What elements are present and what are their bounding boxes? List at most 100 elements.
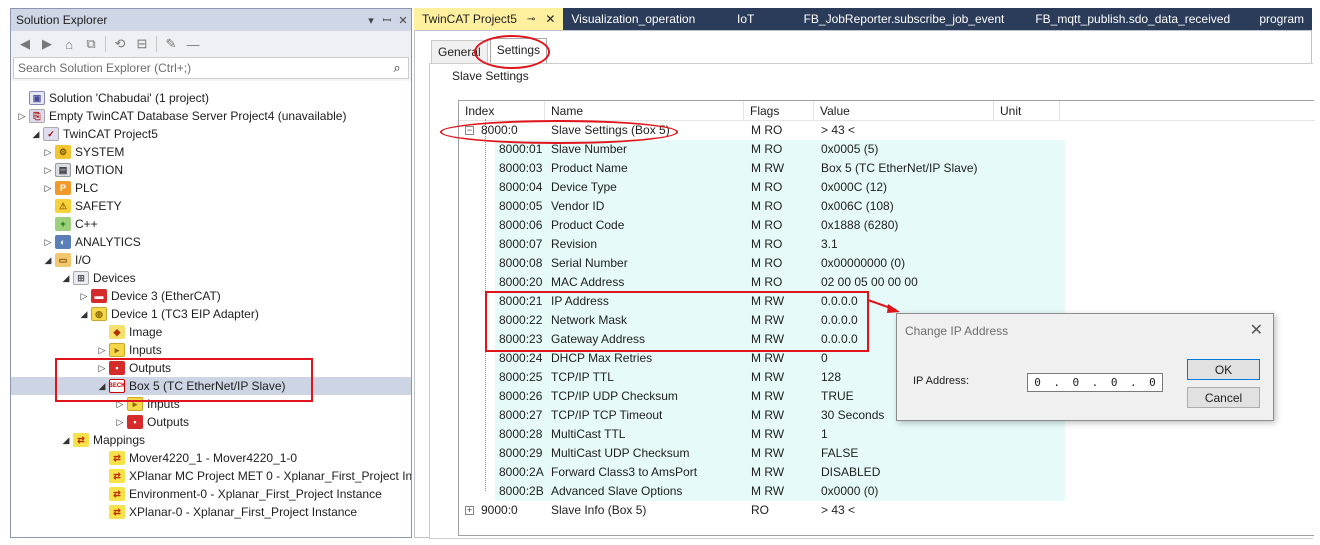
ip-octet-1[interactable]: 0 bbox=[1034, 376, 1041, 389]
expander-icon[interactable]: ◢ bbox=[59, 273, 73, 284]
tab-program[interactable]: program bbox=[1251, 8, 1312, 30]
grid-row[interactable]: 8000:2A Forward Class3 to AmsPort M RW DISA… bbox=[459, 463, 1079, 482]
tab-fb-mqtt-publish[interactable]: FB_mqtt_publish.sdo_data_received bbox=[1027, 8, 1251, 30]
grid-row[interactable]: 8000:08 Serial Number M RO 0x00000000 (0) bbox=[459, 254, 1079, 273]
history-icon[interactable]: ⟲ bbox=[112, 36, 128, 52]
expander-icon[interactable]: ▷ bbox=[15, 111, 29, 122]
tree-item[interactable]: ⇄ Environment-0 - Xplanar_First_Project I… bbox=[95, 485, 382, 503]
expander-icon[interactable]: ▷ bbox=[41, 237, 55, 248]
grid-row[interactable]: 8000:29 MultiCast UDP Checksum M RW FALSE bbox=[459, 444, 1079, 463]
grid-row[interactable]: 8000:20 MAC Address M RO 02 00 05 00 00 00 bbox=[459, 273, 1079, 292]
expander-icon[interactable]: ▷ bbox=[77, 291, 91, 302]
grid-row[interactable]: 8000:03 Product Name M RW Box 5 (TC EtherNe… bbox=[459, 159, 1079, 178]
pin-icon[interactable]: ꟷ bbox=[379, 13, 395, 28]
tree-item[interactable]: ▣ Solution 'Chabudai' (1 project) bbox=[15, 89, 209, 107]
dropdown-icon[interactable]: ▾ bbox=[363, 14, 379, 27]
mappings-icon: ⇄ bbox=[73, 433, 89, 447]
analytics-icon: ◐ bbox=[55, 235, 71, 249]
tree-item[interactable]: ▷ P PLC bbox=[41, 179, 98, 197]
column-header-name[interactable]: Name bbox=[545, 101, 744, 120]
home-icon[interactable]: ⌂ bbox=[61, 37, 77, 52]
close-icon[interactable]: ✕ bbox=[395, 14, 411, 27]
tab-visualization-operation[interactable]: Visualization_operation bbox=[563, 8, 729, 30]
tab-twincat-project5[interactable]: TwinCAT Project5 ⊸ ✕ bbox=[414, 8, 564, 30]
tree-item[interactable]: ⇄ XPlanar MC Project MET 0 - Xplanar_Firs… bbox=[95, 467, 411, 485]
close-icon[interactable]: ✕ bbox=[1250, 320, 1263, 340]
tree-item[interactable]: + C++ bbox=[41, 215, 98, 233]
search-input[interactable]: Search Solution Explorer (Ctrl+;) bbox=[18, 61, 386, 75]
grid-row[interactable]: 8000:2B Advanced Slave Options M RW 0x0000 … bbox=[459, 482, 1079, 501]
properties-icon[interactable]: ✎ bbox=[163, 36, 179, 52]
tree-item[interactable]: ◢ ✓ TwinCAT Project5 bbox=[29, 125, 158, 143]
ip-address-field[interactable]: 0. 0. 0. 0 bbox=[1027, 373, 1163, 392]
cell-value: 0 bbox=[821, 351, 828, 365]
tree-item[interactable]: ⇄ XPlanar-0 - Xplanar_First_Project Insta… bbox=[95, 503, 357, 521]
cancel-button[interactable]: Cancel bbox=[1187, 387, 1260, 408]
ip-octet-4[interactable]: 0 bbox=[1149, 376, 1156, 389]
tree-item-label: MOTION bbox=[75, 163, 123, 177]
expand-icon[interactable]: + bbox=[465, 506, 474, 515]
tree-item[interactable]: ▷ ▤ MOTION bbox=[41, 161, 123, 179]
tree-item-label: Inputs bbox=[129, 343, 162, 357]
solution-tree: ▣ Solution 'Chabudai' (1 project) ▷ ⎘ Empty … bbox=[11, 81, 411, 537]
solution-explorer-search[interactable]: Search Solution Explorer (Ctrl+;) ⌕ bbox=[13, 57, 409, 79]
expander-icon[interactable]: ◢ bbox=[41, 255, 55, 266]
expander-icon[interactable]: ◢ bbox=[77, 309, 91, 320]
tree-item[interactable]: ◢ ▭ I/O bbox=[41, 251, 91, 269]
expander-icon[interactable]: ▷ bbox=[41, 165, 55, 176]
column-header-unit[interactable]: Unit bbox=[994, 101, 1060, 120]
expander-icon[interactable]: ▷ bbox=[113, 417, 127, 428]
cell-index: 8000:2A bbox=[499, 465, 544, 479]
change-ip-dialog: Change IP Address ✕ IP Address: 0. 0. 0.… bbox=[896, 313, 1274, 421]
grid-row[interactable]: 8000:06 Product Code M RO 0x1888 (6280) bbox=[459, 216, 1079, 235]
preview-icon[interactable]: — bbox=[185, 37, 201, 52]
tree-item[interactable]: ◆ Image bbox=[95, 323, 162, 341]
grid-row[interactable]: 8000:04 Device Type M RO 0x000C (12) bbox=[459, 178, 1079, 197]
cell-flags: RO bbox=[751, 503, 769, 517]
tree-item[interactable]: ◢ ⇄ Mappings bbox=[59, 431, 145, 449]
collapse-all-icon[interactable]: ⊟ bbox=[134, 36, 150, 52]
cell-index: 8000:05 bbox=[499, 199, 543, 213]
tree-item[interactable]: ⇄ Mover4220_1 - Mover4220_1-0 bbox=[95, 449, 297, 467]
grid-row[interactable]: +9000:0 Slave Info (Box 5) RO > 43 < bbox=[459, 501, 1079, 520]
column-header-index[interactable]: Index bbox=[459, 101, 545, 120]
tree-item[interactable]: ▷ ◐ ANALYTICS bbox=[41, 233, 141, 251]
expander-icon[interactable]: ◢ bbox=[29, 129, 43, 140]
tab-label: IoT bbox=[737, 12, 755, 26]
ip-octet-2[interactable]: 0 bbox=[1073, 376, 1080, 389]
switch-views-icon[interactable]: ⧉ bbox=[83, 36, 99, 52]
tree-item[interactable]: ▷ ⚙ SYSTEM bbox=[41, 143, 124, 161]
tab-fb-jobreporter[interactable]: FB_JobReporter.subscribe_job_event bbox=[796, 8, 1028, 30]
grid-row[interactable]: 8000:05 Vendor ID M RO 0x006C (108) bbox=[459, 197, 1079, 216]
back-icon[interactable]: ◀ bbox=[17, 36, 33, 52]
screen: Solution Explorer ▾ ꟷ ✕ ◀ ▶ ⌂ ⧉ ⟲ ⊟ ✎ — … bbox=[0, 0, 1320, 545]
expander-icon[interactable]: ▷ bbox=[95, 345, 109, 356]
ok-button[interactable]: OK bbox=[1187, 359, 1260, 380]
expander-icon[interactable]: ◢ bbox=[59, 435, 73, 446]
forward-icon[interactable]: ▶ bbox=[39, 36, 55, 52]
tree-item-label: I/O bbox=[75, 253, 92, 267]
expander-icon[interactable]: ▷ bbox=[41, 183, 55, 194]
pin-icon[interactable]: ⊸ bbox=[527, 14, 535, 25]
tree-item[interactable]: ▷ ▬ Device 3 (EtherCAT) bbox=[77, 287, 221, 305]
close-icon[interactable]: ✕ bbox=[545, 12, 555, 26]
grid-row[interactable]: 8000:28 MultiCast TTL M RW 1 bbox=[459, 425, 1079, 444]
tab-iot[interactable]: IoT bbox=[729, 8, 796, 30]
cell-name: MultiCast TTL bbox=[551, 427, 626, 441]
tree-item[interactable]: ◢ ◍ Device 1 (TC3 EIP Adapter) bbox=[77, 305, 259, 323]
cell-index: 8000:20 bbox=[499, 275, 543, 289]
ip-octet-3[interactable]: 0 bbox=[1111, 376, 1118, 389]
search-icon[interactable]: ⌕ bbox=[386, 60, 408, 76]
cell-name: Slave Number bbox=[551, 142, 628, 156]
cell-value: 0x00000000 (0) bbox=[821, 256, 906, 270]
column-header-flags[interactable]: Flags bbox=[744, 101, 814, 120]
tree-item[interactable]: ▷ ▸ Inputs bbox=[95, 341, 162, 359]
tree-item[interactable]: ▷ ▪ Outputs bbox=[113, 413, 189, 431]
grid-row[interactable]: 8000:07 Revision M RO 3.1 bbox=[459, 235, 1079, 254]
column-header-value[interactable]: Value bbox=[814, 101, 994, 120]
tree-item[interactable]: ◢ ⊞ Devices bbox=[59, 269, 136, 287]
tree-item[interactable]: ⚠ SAFETY bbox=[41, 197, 122, 215]
expander-icon[interactable]: ▷ bbox=[41, 147, 55, 158]
tree-item-label: XPlanar-0 - Xplanar_First_Project Instan… bbox=[129, 505, 358, 519]
tree-item[interactable]: ▷ ⎘ Empty TwinCAT Database Server Project4… bbox=[15, 107, 346, 125]
